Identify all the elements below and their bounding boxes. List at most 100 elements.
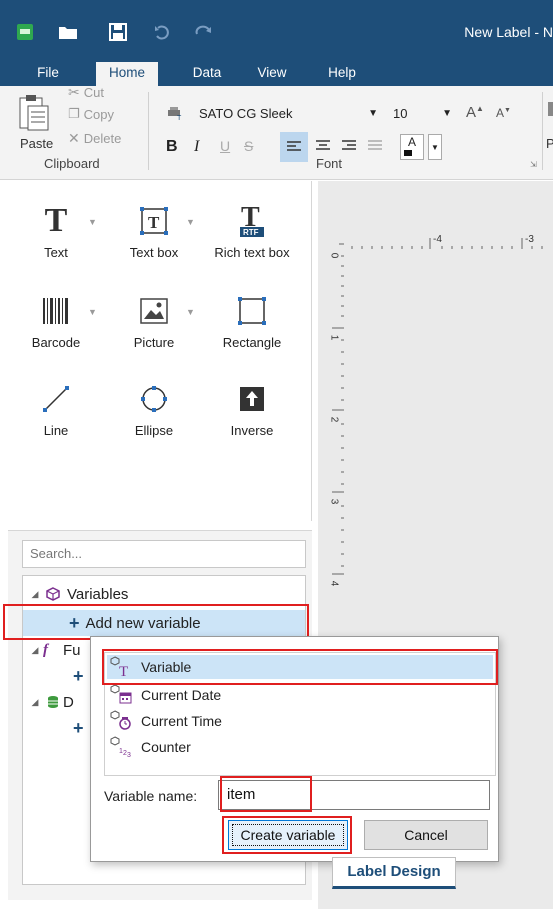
tool-inverse[interactable]: Inverse xyxy=(204,379,300,438)
tool-rectangle[interactable]: Rectangle xyxy=(204,291,300,350)
label-design-tab[interactable]: Label Design xyxy=(332,857,456,889)
svg-text:RTF: RTF xyxy=(243,228,259,237)
align-right-icon[interactable] xyxy=(342,140,356,155)
highlight-name-input xyxy=(220,776,312,812)
copy-button[interactable]: ❐ Copy xyxy=(68,106,114,122)
variable-name-label: Variable name: xyxy=(104,788,198,804)
save-icon[interactable] xyxy=(106,22,130,42)
bold-button[interactable]: B xyxy=(166,138,178,156)
ribbon-tabs: File Home Data View Help xyxy=(0,62,553,88)
ruler-tick-label: -4 xyxy=(433,234,442,245)
inverse-icon xyxy=(204,379,300,419)
ruler-tick-label: 0 xyxy=(328,252,340,259)
chevron-down-icon[interactable]: ▼ xyxy=(186,307,195,317)
variable-type-current-date[interactable]: Current Date xyxy=(107,683,493,707)
tool-rich-text-box[interactable]: T RTF Rich text box xyxy=(204,201,300,260)
variables-cube-icon xyxy=(43,587,63,601)
chevron-down-icon: ▼ xyxy=(368,108,378,119)
chevron-down-icon[interactable]: ▼ xyxy=(186,217,195,227)
tree-item-databases[interactable]: ◢ D xyxy=(27,690,74,714)
shrink-font-icon[interactable]: A▼ xyxy=(496,106,511,120)
tool-ellipse[interactable]: Ellipse xyxy=(106,379,202,438)
chevron-down-icon[interactable]: ▼ xyxy=(88,217,97,227)
function-icon: f xyxy=(43,641,48,658)
scissors-icon: ✂ xyxy=(68,84,80,100)
color-swatch xyxy=(404,150,420,156)
font-group-label: Font xyxy=(316,156,343,171)
paste-icon[interactable] xyxy=(16,94,52,134)
tree-item-variables[interactable]: ◢ Variables xyxy=(27,582,129,606)
chevron-down-icon: ▼ xyxy=(442,108,452,119)
align-left-button[interactable] xyxy=(280,132,308,162)
expand-triangle-icon[interactable]: ◢ xyxy=(27,645,43,656)
rich-text-icon: T RTF xyxy=(204,201,300,241)
delete-x-icon: ✕ xyxy=(68,130,80,146)
undo-icon[interactable] xyxy=(150,22,174,42)
ruler-tick-label: 2 xyxy=(328,416,340,423)
tool-line[interactable]: Line xyxy=(8,379,104,438)
cancel-button[interactable]: Cancel xyxy=(364,820,488,850)
tab-view[interactable]: View xyxy=(250,62,294,86)
app-logo-icon xyxy=(14,22,36,42)
object-toolbox: T Text ▼ T Text box ▼ T RTF Rich text box… xyxy=(8,181,312,521)
tool-barcode[interactable]: Barcode xyxy=(8,291,104,350)
italic-button[interactable]: I xyxy=(194,138,199,156)
svg-text:T: T xyxy=(148,213,160,232)
font-color-button[interactable]: A xyxy=(400,134,424,160)
grow-font-icon[interactable]: A▲ xyxy=(466,104,484,121)
underline-button[interactable]: U xyxy=(220,138,230,154)
dialog-launcher-icon[interactable]: ⇲ xyxy=(530,160,537,169)
tab-home[interactable]: Home xyxy=(96,62,158,88)
add-function-row[interactable]: + xyxy=(73,664,90,688)
svg-text:3: 3 xyxy=(127,752,131,759)
print-button-label[interactable]: P xyxy=(546,136,553,151)
redo-icon[interactable] xyxy=(192,22,216,42)
expand-triangle-icon[interactable]: ◢ xyxy=(27,589,43,600)
current-time-icon xyxy=(107,709,141,733)
window-title: New Label - N xyxy=(464,24,553,40)
variable-type-counter[interactable]: 123 Counter xyxy=(107,735,493,759)
ellipse-icon xyxy=(106,379,202,419)
align-center-icon[interactable] xyxy=(316,140,330,155)
printer-font-icon: T xyxy=(166,106,184,123)
highlight-variable-item xyxy=(102,649,498,685)
font-name-select[interactable]: SATO CG Sleek ▼ xyxy=(194,104,384,126)
ribbon-separator xyxy=(148,92,149,170)
variable-type-current-time[interactable]: Current Time xyxy=(107,709,493,733)
highlight-add-variable xyxy=(3,604,309,640)
tab-help[interactable]: Help xyxy=(318,62,366,86)
print-icon[interactable] xyxy=(548,96,553,129)
ruler-tick-label: 1 xyxy=(328,334,340,341)
tab-data[interactable]: Data xyxy=(182,62,232,86)
tab-file[interactable]: File xyxy=(26,62,70,86)
ruler-tick-label: 3 xyxy=(328,498,340,505)
add-database-row[interactable]: + xyxy=(73,716,90,740)
cut-button[interactable]: ✂ Cut xyxy=(68,84,104,101)
paste-button[interactable]: Paste xyxy=(20,136,53,151)
ribbon: Paste ✂ Cut ❐ Copy ✕ Delete Clipboard T … xyxy=(0,84,553,180)
expand-triangle-icon[interactable]: ◢ xyxy=(27,697,43,708)
justify-icon[interactable] xyxy=(368,140,382,155)
ruler-tick-label: 4 xyxy=(328,580,340,587)
font-color-dropdown[interactable]: ▼ xyxy=(428,134,442,160)
top-ruler: -4 -3 xyxy=(350,234,553,250)
tool-text-box[interactable]: T Text box xyxy=(106,201,202,260)
tree-item-functions[interactable]: ◢ f Fu xyxy=(27,638,81,662)
database-icon xyxy=(43,695,63,709)
search-input[interactable]: Search... xyxy=(22,540,306,568)
open-folder-icon[interactable] xyxy=(56,22,80,42)
tool-picture[interactable]: Picture xyxy=(106,291,202,350)
highlight-create-button xyxy=(222,816,352,854)
ribbon-separator xyxy=(542,92,543,170)
current-date-icon xyxy=(107,683,141,707)
rectangle-icon xyxy=(204,291,300,331)
tool-text[interactable]: T Text xyxy=(8,201,104,260)
ruler-tick-label: -3 xyxy=(525,234,534,245)
chevron-down-icon[interactable]: ▼ xyxy=(88,307,97,317)
svg-text:T: T xyxy=(177,115,182,120)
font-size-select[interactable]: 10 ▼ xyxy=(388,104,456,126)
strikethrough-button[interactable]: S xyxy=(244,138,253,154)
align-left-icon xyxy=(287,141,301,151)
copy-icon: ❐ xyxy=(68,106,80,121)
delete-button[interactable]: ✕ Delete xyxy=(68,130,121,147)
